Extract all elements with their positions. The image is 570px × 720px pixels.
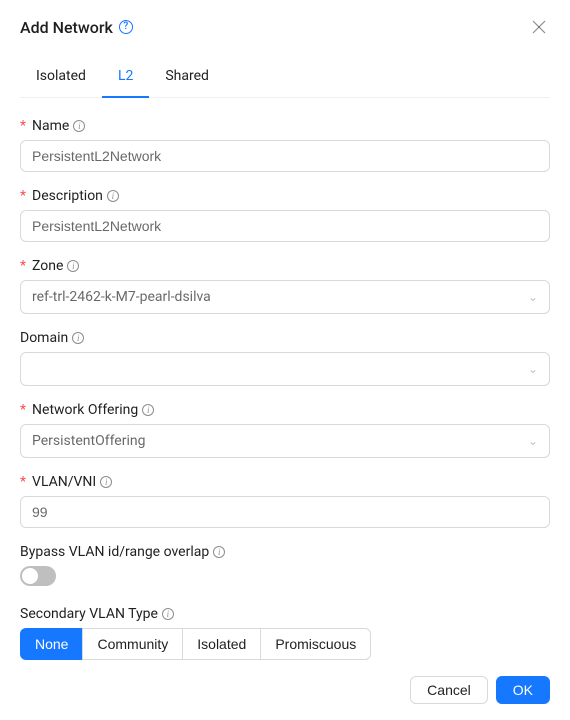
tab-shared[interactable]: Shared xyxy=(149,56,225,98)
network-offering-label-text: Network Offering xyxy=(32,402,138,418)
info-icon[interactable] xyxy=(162,608,174,620)
info-icon[interactable] xyxy=(72,332,84,344)
secondary-vlan-type-radio-group: None Community Isolated Promiscuous xyxy=(20,628,550,660)
secondary-vlan-type-label: Secondary VLAN Type xyxy=(20,606,550,622)
required-star: * xyxy=(20,188,26,204)
radio-isolated[interactable]: Isolated xyxy=(182,628,261,660)
field-domain: Domain ⌄ xyxy=(20,330,550,386)
zone-label-text: Zone xyxy=(32,258,63,274)
name-label: * Name xyxy=(20,118,550,134)
radio-none[interactable]: None xyxy=(20,628,83,660)
bypass-overlap-toggle[interactable] xyxy=(20,566,56,586)
secondary-vlan-type-label-text: Secondary VLAN Type xyxy=(20,606,158,622)
info-icon[interactable] xyxy=(73,120,85,132)
info-icon[interactable] xyxy=(100,476,112,488)
info-icon[interactable] xyxy=(107,190,119,202)
name-input[interactable] xyxy=(20,140,550,172)
network-offering-label: * Network Offering xyxy=(20,402,550,418)
zone-label: * Zone xyxy=(20,258,550,274)
network-offering-select-value: PersistentOffering xyxy=(32,433,145,449)
vlan-vni-label: * VLAN/VNI xyxy=(20,474,550,490)
tab-isolated[interactable]: Isolated xyxy=(20,56,102,98)
field-zone: * Zone ref-trl-2462-k-M7-pearl-dsilva ⌄ xyxy=(20,258,550,314)
field-vlan-vni: * VLAN/VNI xyxy=(20,474,550,528)
domain-select[interactable]: ⌄ xyxy=(20,352,550,386)
field-bypass-overlap: Bypass VLAN id/range overlap xyxy=(20,544,550,590)
required-star: * xyxy=(20,118,26,134)
close-icon xyxy=(532,20,546,34)
chevron-down-icon: ⌄ xyxy=(528,362,538,376)
vlan-vni-label-text: VLAN/VNI xyxy=(32,474,96,490)
name-label-text: Name xyxy=(32,118,69,134)
tab-l2[interactable]: L2 xyxy=(102,56,149,98)
domain-label: Domain xyxy=(20,330,550,346)
bypass-overlap-label-text: Bypass VLAN id/range overlap xyxy=(20,544,209,560)
required-star: * xyxy=(20,258,26,274)
add-network-dialog: Add Network Isolated L2 Shared * Name * xyxy=(0,0,570,720)
field-name: * Name xyxy=(20,118,550,172)
zone-select-value: ref-trl-2462-k-M7-pearl-dsilva xyxy=(32,289,211,305)
vlan-vni-input[interactable] xyxy=(20,496,550,528)
radio-community[interactable]: Community xyxy=(82,628,183,660)
zone-select[interactable]: ref-trl-2462-k-M7-pearl-dsilva ⌄ xyxy=(20,280,550,314)
dialog-title-text: Add Network xyxy=(20,18,113,37)
ok-button[interactable]: OK xyxy=(496,676,550,704)
dialog-header: Add Network xyxy=(20,16,550,38)
dialog-footer: Cancel OK xyxy=(20,660,550,704)
required-star: * xyxy=(20,474,26,490)
chevron-down-icon: ⌄ xyxy=(528,434,538,448)
description-label-text: Description xyxy=(32,188,103,204)
close-button[interactable] xyxy=(528,16,550,38)
dialog-title: Add Network xyxy=(20,18,133,37)
info-icon[interactable] xyxy=(213,546,225,558)
tabs: Isolated L2 Shared xyxy=(20,56,550,98)
chevron-down-icon: ⌄ xyxy=(528,290,538,304)
network-offering-select[interactable]: PersistentOffering ⌄ xyxy=(20,424,550,458)
cancel-button[interactable]: Cancel xyxy=(410,676,488,704)
description-label: * Description xyxy=(20,188,550,204)
domain-label-text: Domain xyxy=(20,330,68,346)
required-star: * xyxy=(20,402,26,418)
radio-promiscuous[interactable]: Promiscuous xyxy=(260,628,371,660)
field-secondary-vlan-type: Secondary VLAN Type None Community Isola… xyxy=(20,606,550,660)
bypass-overlap-label: Bypass VLAN id/range overlap xyxy=(20,544,550,560)
info-icon[interactable] xyxy=(142,404,154,416)
field-network-offering: * Network Offering PersistentOffering ⌄ xyxy=(20,402,550,458)
help-icon[interactable] xyxy=(119,20,133,34)
info-icon[interactable] xyxy=(67,260,79,272)
field-description: * Description xyxy=(20,188,550,242)
form-content: * Name * Description * Zone ref-trl-2462… xyxy=(20,118,550,660)
description-input[interactable] xyxy=(20,210,550,242)
